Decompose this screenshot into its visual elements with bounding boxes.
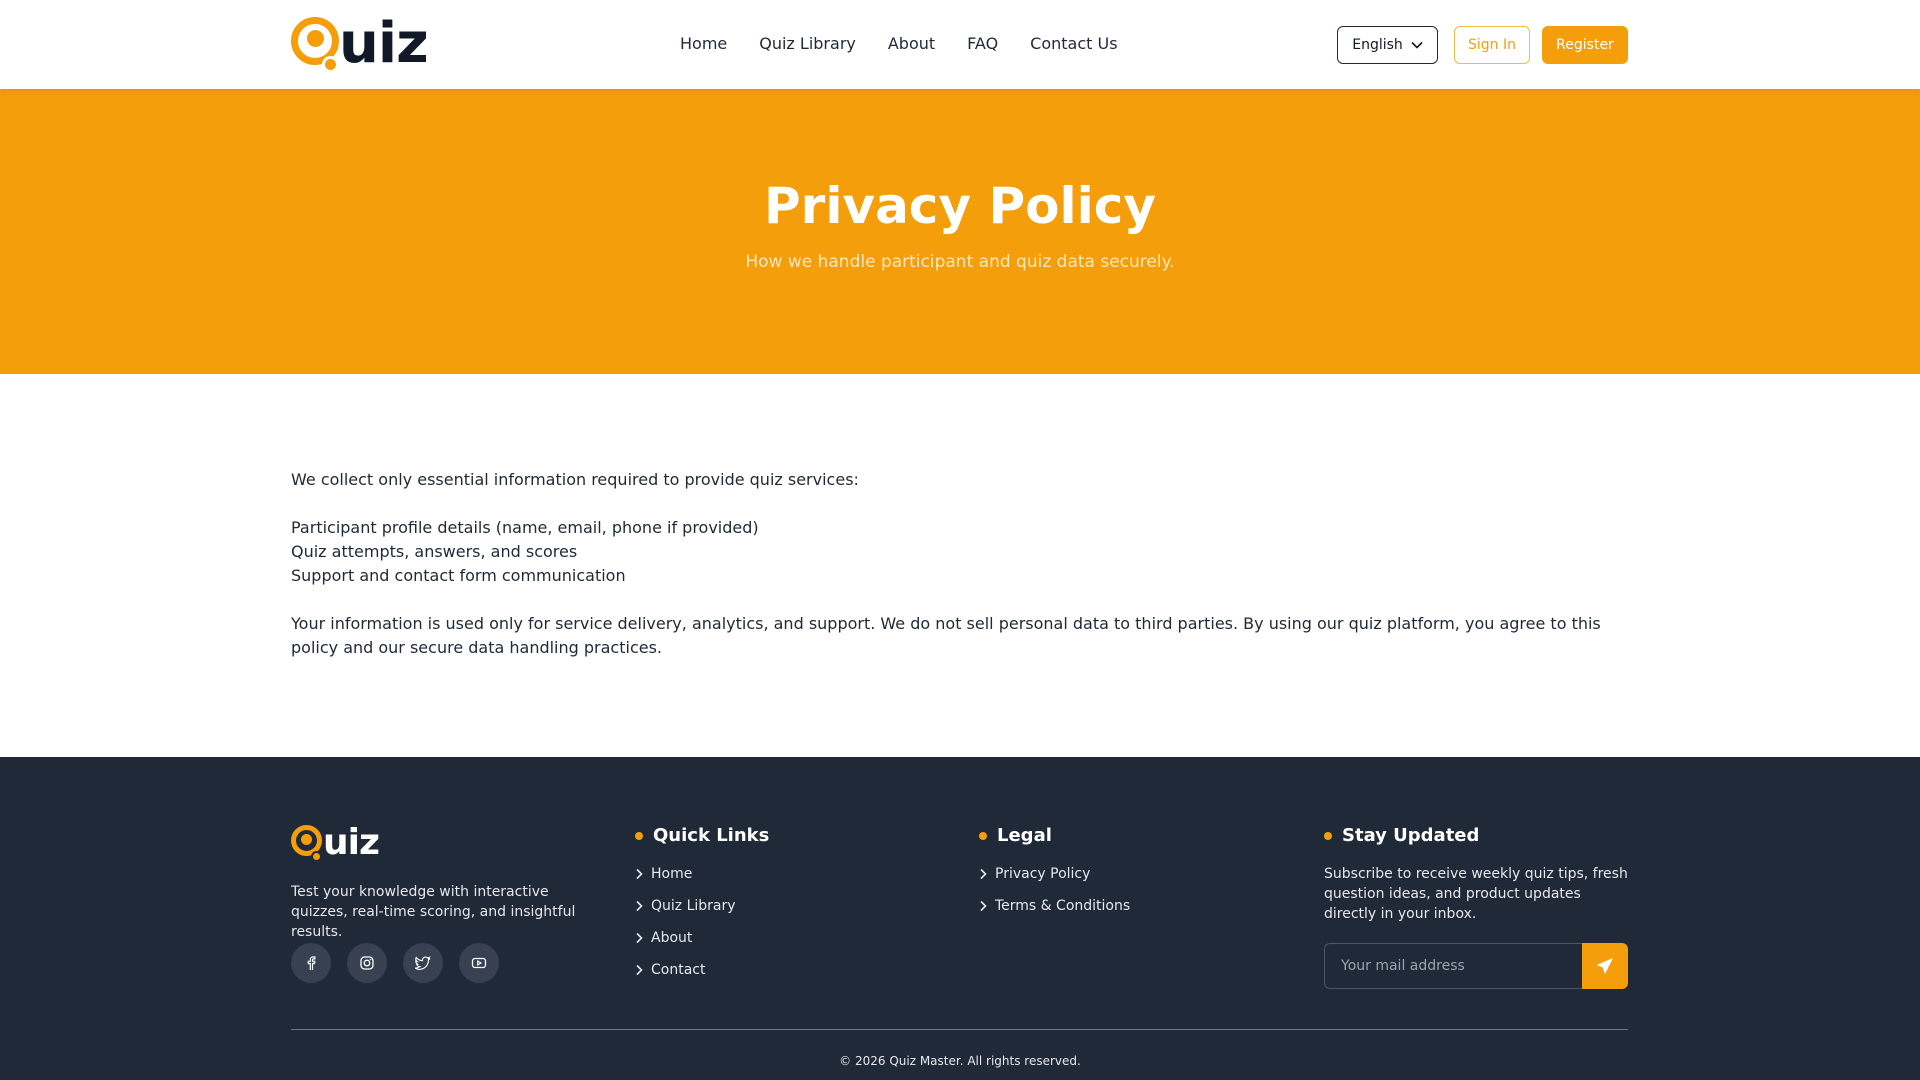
stay-updated-heading: Stay Updated bbox=[1324, 825, 1629, 847]
footer-divider bbox=[291, 1029, 1628, 1030]
footer-description: Test your knowledge with interactive qui… bbox=[291, 884, 576, 940]
chevron-right-icon bbox=[980, 868, 987, 880]
logo-text: uiz bbox=[339, 11, 429, 76]
email-field[interactable]: Your mail address bbox=[1324, 943, 1582, 989]
bullet-icon bbox=[635, 832, 643, 840]
legal-heading: Legal bbox=[979, 825, 1130, 847]
chevron-right-icon bbox=[636, 964, 643, 976]
site-logo[interactable]: uiz bbox=[291, 11, 429, 76]
instagram-icon bbox=[360, 956, 374, 970]
chevron-right-icon bbox=[980, 900, 987, 912]
bullet-icon bbox=[979, 832, 987, 840]
chevron-down-icon bbox=[1411, 41, 1423, 49]
subscribe-description: Subscribe to receive weekly quiz tips, f… bbox=[1324, 866, 1628, 922]
instagram-link[interactable] bbox=[347, 943, 387, 983]
policy-closing: Your information is used only for servic… bbox=[291, 614, 1601, 657]
policy-item: Support and contact form communication bbox=[291, 566, 626, 585]
nav-contact-us[interactable]: Contact Us bbox=[1030, 30, 1117, 58]
youtube-link[interactable] bbox=[459, 943, 499, 983]
footer-link-privacy-policy[interactable]: Privacy Policy bbox=[979, 864, 1130, 884]
register-button[interactable]: Register bbox=[1542, 26, 1628, 64]
footer-link-home[interactable]: Home bbox=[635, 864, 769, 884]
nav-home[interactable]: Home bbox=[680, 30, 727, 58]
subscribe-button[interactable] bbox=[1582, 943, 1628, 989]
footer-link-quiz-library[interactable]: Quiz Library bbox=[635, 896, 769, 916]
footer-link-terms[interactable]: Terms & Conditions bbox=[979, 896, 1130, 916]
quick-links-heading: Quick Links bbox=[635, 825, 769, 847]
twitter-icon bbox=[415, 956, 431, 970]
site-header: uiz Home Quiz Library About FAQ Contact … bbox=[0, 0, 1920, 89]
footer-logo-text: uiz bbox=[323, 822, 380, 863]
footer-logo[interactable]: uiz bbox=[291, 822, 380, 863]
hero-banner: Privacy Policy How we handle participant… bbox=[0, 89, 1920, 374]
nav-quiz-library[interactable]: Quiz Library bbox=[759, 30, 856, 58]
nav-about[interactable]: About bbox=[888, 30, 935, 58]
subscribe-form: Your mail address bbox=[1324, 943, 1628, 989]
site-footer: uiz Test your knowledge with interactive… bbox=[0, 757, 1920, 1080]
youtube-icon bbox=[471, 957, 487, 969]
bullet-icon bbox=[1324, 832, 1332, 840]
nav-faq[interactable]: FAQ bbox=[967, 30, 998, 58]
chevron-right-icon bbox=[636, 868, 643, 880]
page-title: Privacy Policy bbox=[764, 177, 1156, 235]
social-links bbox=[291, 943, 499, 983]
policy-content: We collect only essential information re… bbox=[291, 468, 1631, 660]
language-select[interactable]: English bbox=[1337, 26, 1438, 64]
footer-link-about[interactable]: About bbox=[635, 928, 769, 948]
language-label: English bbox=[1352, 37, 1403, 53]
legal-column: Legal Privacy Policy Terms & Conditions bbox=[979, 825, 1130, 928]
policy-intro: We collect only essential information re… bbox=[291, 470, 859, 489]
stay-updated-column: Stay Updated Subscribe to receive weekly… bbox=[1324, 825, 1629, 924]
sign-in-button[interactable]: Sign In bbox=[1454, 26, 1530, 64]
facebook-icon bbox=[307, 956, 316, 970]
twitter-link[interactable] bbox=[403, 943, 443, 983]
quiz-logo-icon bbox=[291, 824, 325, 862]
main-nav: Home Quiz Library About FAQ Contact Us bbox=[680, 30, 1150, 58]
footer-link-contact[interactable]: Contact bbox=[635, 960, 769, 980]
send-icon bbox=[1597, 958, 1613, 974]
chevron-right-icon bbox=[636, 900, 643, 912]
quick-links-column: Quick Links Home Quiz Library About Cont… bbox=[635, 825, 769, 992]
policy-item: Quiz attempts, answers, and scores bbox=[291, 542, 578, 561]
quiz-logo-icon bbox=[291, 15, 343, 73]
page-subtitle: How we handle participant and quiz data … bbox=[745, 252, 1175, 272]
copyright: © 2026 Quiz Master. All rights reserved. bbox=[839, 1054, 1081, 1068]
policy-item: Participant profile details (name, email… bbox=[291, 518, 759, 537]
chevron-right-icon bbox=[636, 932, 643, 944]
facebook-link[interactable] bbox=[291, 943, 331, 983]
